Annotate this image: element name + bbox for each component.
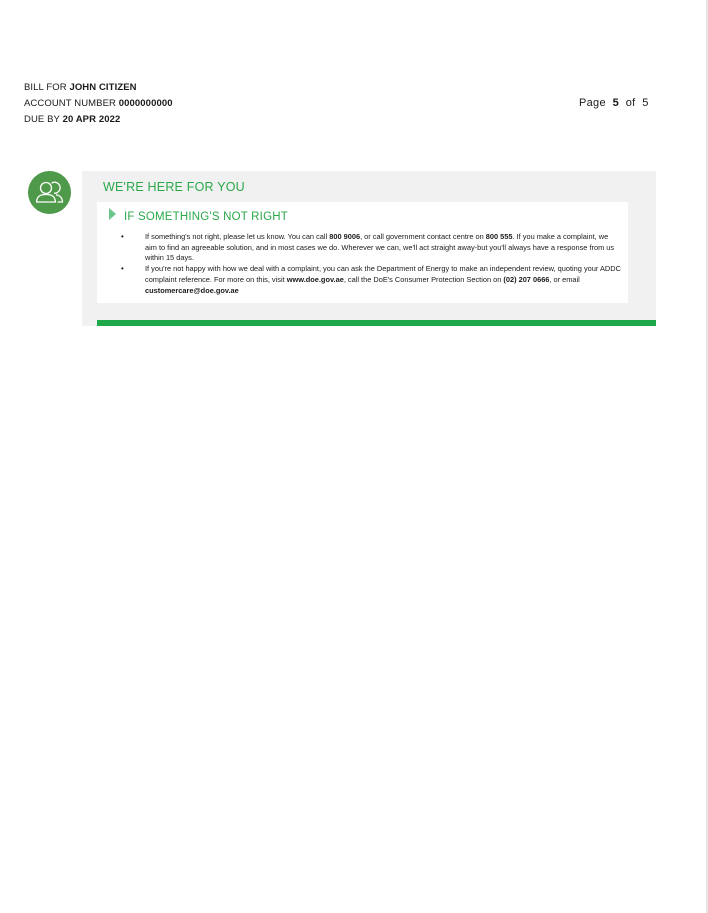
complaint-card: IF SOMETHING'S NOT RIGHT • If something'… [97,202,628,303]
subsection-title: IF SOMETHING'S NOT RIGHT [124,211,288,223]
green-divider [97,320,656,326]
bullet-icon: • [121,232,124,241]
bullet-text: , call the DoE's Consumer Protection Sec… [343,274,504,284]
list-item: • If you're not happy with how we deal w… [121,264,621,296]
doe-phone: (02) 207 0666 [503,274,550,284]
page-indicator: Page 5 of 5 [579,97,649,109]
triangle-right-icon [109,208,116,220]
bullet-text: If something's not right, please let us … [145,232,330,241]
current-page: 5 [612,97,620,109]
page-label: Page [579,97,606,109]
bill-header: BILL FOR JOHN CITIZEN ACCOUNT NUMBER 000… [24,80,173,128]
bullet-icon: • [121,264,124,274]
doe-website-link[interactable]: www.doe.gov.ae [287,275,344,284]
due-date-value: 20 APR 2022 [62,114,121,125]
account-number-value: 0000000000 [118,98,173,109]
bill-for-line: BILL FOR JOHN CITIZEN [24,80,173,96]
customer-name: JOHN CITIZEN [69,82,137,93]
account-number-label: ACCOUNT NUMBER [24,98,117,109]
section-title: WE'RE HERE FOR YOU [103,180,245,194]
total-pages: 5 [642,97,649,109]
support-email-link[interactable]: customercare@doe.gov.ae [145,286,239,295]
support-phone: 800 9006 [329,232,361,241]
account-number-line: ACCOUNT NUMBER 0000000000 [24,96,173,112]
due-date-label: DUE BY [24,114,60,125]
government-phone: 800 555 [485,232,513,241]
bullet-text: , or email [549,274,580,284]
user-group-icon [28,171,71,214]
bill-for-label: BILL FOR [24,82,67,93]
list-item: • If something's not right, please let u… [121,232,621,264]
of-label: of [625,97,636,109]
complaint-list: • If something's not right, please let u… [121,232,621,296]
due-date-line: DUE BY 20 APR 2022 [24,112,173,128]
bullet-text: , or call government contact centre on [360,232,486,241]
support-panel: WE'RE HERE FOR YOU IF SOMETHING'S NOT RI… [82,171,656,326]
